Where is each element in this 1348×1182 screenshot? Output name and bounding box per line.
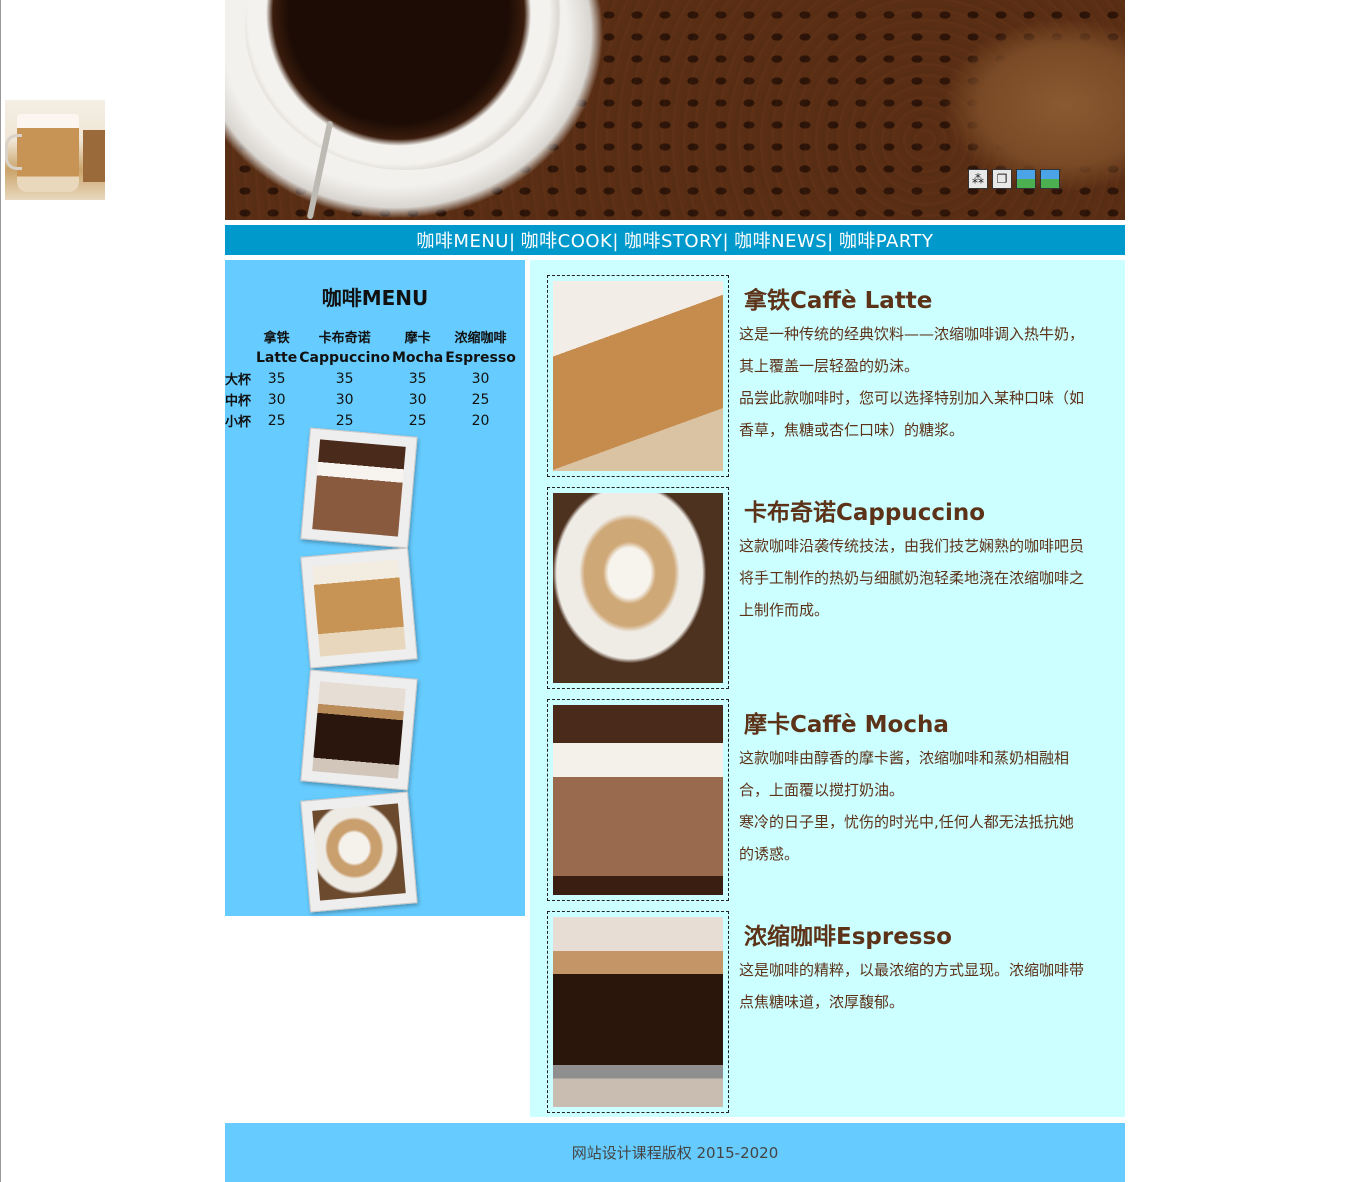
price-cell: 30 (408, 391, 427, 408)
table-row: 大杯 35 35 35 30 (225, 368, 517, 389)
size-label: 中杯 (225, 394, 252, 409)
description-paragraph: 这是一种传统的经典饮料——浓缩咖啡调入热牛奶，其上覆盖一层轻盈的奶沫。 (739, 325, 1085, 375)
coffee-item-mocha: 摩卡Caffè Mocha 这款咖啡由醇香的摩卡酱，浓缩咖啡和蒸奶相融相合，上面… (547, 699, 1107, 901)
price-cell: 30 (335, 391, 354, 408)
sidebar-title: 咖啡MENU (321, 286, 429, 310)
nav-coffee-party[interactable]: 咖啡PARTY (839, 227, 934, 253)
header-mocha-cn: 摩卡 (404, 331, 431, 346)
coffee-item-latte: 拿铁Caffè Latte 这是一种传统的经典饮料——浓缩咖啡调入热牛奶，其上覆… (547, 275, 1107, 477)
size-label: 大杯 (225, 373, 252, 388)
price-cell: 35 (335, 370, 354, 387)
latte-photo (312, 559, 406, 657)
description-paragraph: 寒冷的日子里，忧伤的时光中,任何人都无法抵抗她的诱惑。 (739, 813, 1074, 863)
item-title: 卡布奇诺Cappuccino (744, 500, 986, 526)
table-header-row-en: Latte Cappuccino Mocha Espresso (225, 348, 517, 368)
header-espresso-cn: 浓缩咖啡 (454, 331, 507, 346)
item-title: 浓缩咖啡Espresso (744, 924, 952, 950)
table-corner (225, 330, 255, 348)
photo-frame (547, 911, 729, 1113)
coffee-item-espresso: 浓缩咖啡Espresso 这是咖啡的精粹，以最浓缩的方式显现。浓缩咖啡带点焦糖味… (547, 911, 1107, 1113)
size-label: 小杯 (225, 415, 252, 430)
price-cell: 25 (408, 412, 427, 429)
nav-coffee-news[interactable]: 咖啡NEWS| (734, 227, 834, 253)
window-icon[interactable]: ❐ (992, 169, 1012, 189)
header-espresso-en: Espresso (445, 350, 516, 366)
table-row: 小杯 25 25 25 20 (225, 410, 517, 431)
header-latte-cn: 拿铁 (263, 331, 290, 346)
cappuccino-photo (312, 803, 406, 901)
price-cell: 25 (267, 412, 286, 429)
wood-heart-area (945, 20, 1125, 190)
photo-frame (547, 699, 729, 901)
nav-coffee-story[interactable]: 咖啡STORY| (624, 227, 729, 253)
photo-frame (547, 487, 729, 689)
coffee-item-cappuccino: 卡布奇诺Cappuccino 这款咖啡沿袭传统技法，由我们技艺娴熟的咖啡吧员将手… (547, 487, 1107, 689)
polaroid-cappuccino (300, 791, 418, 913)
table-corner (225, 348, 255, 368)
cappuccino-image (553, 493, 723, 683)
espresso-image (553, 917, 723, 1107)
photo-frame (547, 275, 729, 477)
picture-icon[interactable] (1040, 169, 1060, 189)
nav-coffee-menu[interactable]: 咖啡MENU| (416, 227, 515, 253)
description-paragraph: 这款咖啡由醇香的摩卡酱，浓缩咖啡和蒸奶相融相合，上面覆以搅打奶油。 (739, 749, 1070, 799)
image-icon[interactable] (1016, 169, 1036, 189)
banner-toolbar: ⁂ ❐ (968, 169, 1060, 189)
price-cell: 30 (471, 370, 490, 387)
latte-cup-image (5, 114, 79, 192)
mocha-photo (312, 439, 406, 537)
polaroid-mocha (300, 427, 418, 549)
table-header-row-cn: 拿铁 卡布奇诺 摩卡 浓缩咖啡 (225, 330, 517, 348)
latte-image (553, 281, 723, 471)
main-navigation: 咖啡MENU| 咖啡COOK| 咖啡STORY| 咖啡NEWS| 咖啡PARTY (225, 225, 1125, 255)
item-description: 这是咖啡的精粹，以最浓缩的方式显现。浓缩咖啡带点焦糖味道，浓厚馥郁。 (739, 954, 1084, 1018)
price-cell: 30 (267, 391, 286, 408)
item-title: 摩卡Caffè Mocha (744, 712, 949, 738)
espresso-photo (312, 681, 406, 779)
item-description: 这款咖啡沿袭传统技法，由我们技艺娴熟的咖啡吧员将手工制作的热奶与细腻奶泡轻柔地浇… (739, 530, 1084, 626)
item-title: 拿铁Caffè Latte (744, 288, 933, 314)
nav-coffee-cook[interactable]: 咖啡COOK| (521, 227, 619, 253)
price-table: 拿铁 卡布奇诺 摩卡 浓缩咖啡 Latte Cappuccino Mocha E… (225, 330, 517, 431)
price-cell: 35 (267, 370, 286, 387)
item-description: 这是一种传统的经典饮料——浓缩咖啡调入热牛奶，其上覆盖一层轻盈的奶沫。 品尝此款… (739, 318, 1084, 446)
header-cappuccino-en: Cappuccino (299, 350, 390, 366)
header-cappuccino-cn: 卡布奇诺 (318, 331, 371, 346)
qr-icon[interactable]: ⁂ (968, 169, 988, 189)
page-footer: 网站设计课程版权 2015-2020 (225, 1123, 1125, 1182)
item-description: 这款咖啡由醇香的摩卡酱，浓缩咖啡和蒸奶相融相合，上面覆以搅打奶油。 寒冷的日子里… (739, 742, 1084, 870)
description-paragraph: 品尝此款咖啡时，您可以选择特别加入某种口味（如香草，焦糖或杏仁口味）的糖浆。 (739, 389, 1085, 439)
description-paragraph: 这是咖啡的精粹，以最浓缩的方式显现。浓缩咖啡带点焦糖味道，浓厚馥郁。 (739, 961, 1085, 1011)
polaroid-latte (300, 547, 418, 669)
page-left-border (0, 0, 1, 1182)
header-mocha-en: Mocha (391, 350, 444, 366)
header-latte-en: Latte (256, 350, 298, 366)
price-cell: 25 (471, 391, 490, 408)
description-paragraph: 这款咖啡沿袭传统技法，由我们技艺娴熟的咖啡吧员将手工制作的热奶与细腻奶泡轻柔地浇… (739, 537, 1085, 619)
thumbnail-background (83, 130, 105, 182)
price-cell: 35 (408, 370, 427, 387)
mocha-image (553, 705, 723, 895)
table-row: 中杯 30 30 30 25 (225, 389, 517, 410)
header-banner: ⁂ ❐ (225, 0, 1125, 220)
floating-latte-thumbnail[interactable] (5, 100, 105, 200)
polaroid-espresso (300, 669, 418, 791)
price-cell: 20 (471, 412, 490, 429)
sidebar-menu: 咖啡MENU 拿铁 卡布奇诺 摩卡 浓缩咖啡 Latte Cappuccino … (225, 260, 525, 916)
copyright-text: 网站设计课程版权 2015-2020 (571, 1144, 779, 1162)
main-content: 拿铁Caffè Latte 这是一种传统的经典饮料——浓缩咖啡调入热牛奶，其上覆… (530, 260, 1125, 1117)
